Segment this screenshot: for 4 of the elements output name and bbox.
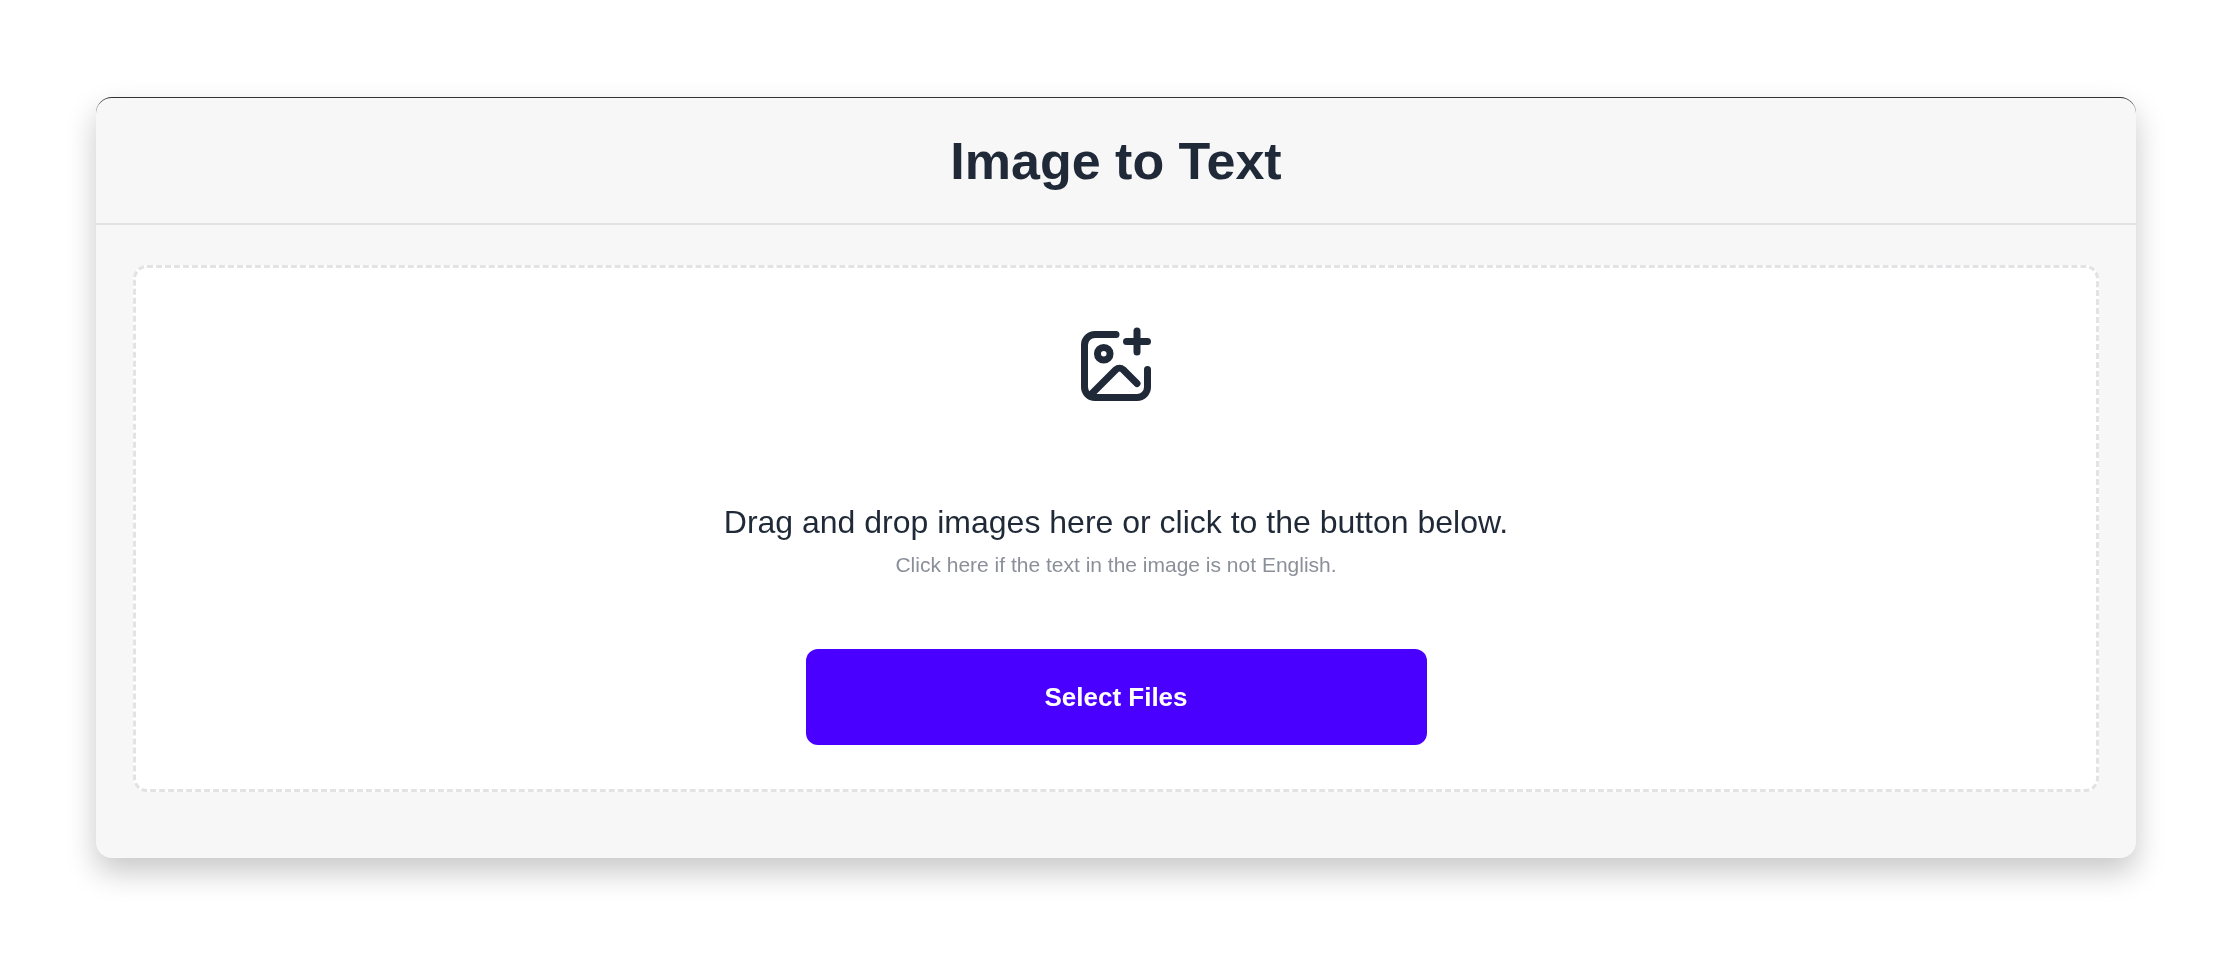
drop-zone[interactable]: Drag and drop images here or click to the button below. Click here if the text in the image is not English. Select Files [133, 265, 2099, 792]
drop-instruction: Drag and drop images here or click to the button below. [723, 504, 1509, 541]
select-files-button[interactable]: Select Files [805, 649, 1427, 745]
page-title: Image to Text [950, 130, 1282, 191]
